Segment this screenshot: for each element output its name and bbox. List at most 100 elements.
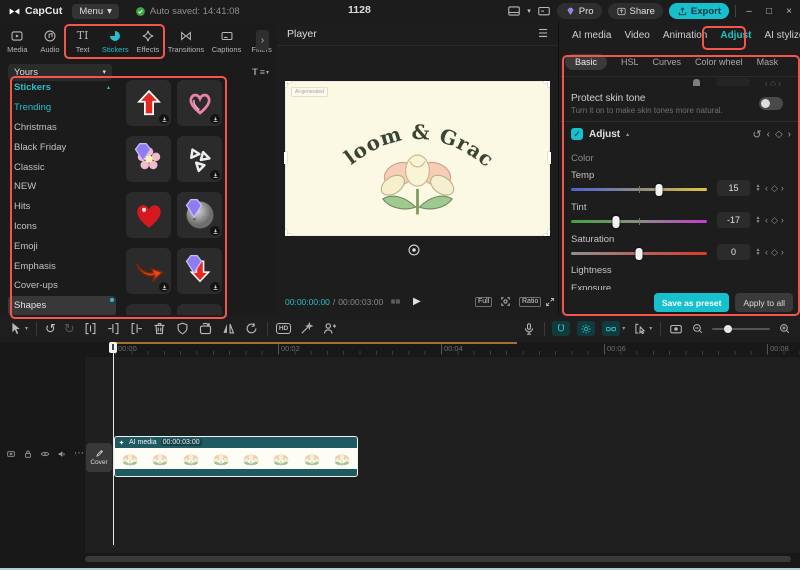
- minimize-button[interactable]: –: [742, 6, 756, 17]
- player-menu-icon[interactable]: ☰: [538, 27, 548, 40]
- prev-keyframe-icon[interactable]: ‹: [767, 129, 770, 140]
- auto-preview-toggle[interactable]: [577, 321, 596, 336]
- sticker-filter-icon[interactable]: T ≡ ▾: [252, 67, 269, 77]
- chevron-down-icon[interactable]: ▾: [649, 325, 652, 332]
- download-icon[interactable]: [210, 282, 220, 292]
- category-christmas[interactable]: Christmas: [8, 118, 116, 138]
- tint-value[interactable]: -17: [717, 212, 750, 228]
- chevron-down-icon[interactable]: ▾: [622, 325, 625, 332]
- sticker-pink-flower[interactable]: [126, 136, 171, 182]
- category-icons[interactable]: Icons: [8, 217, 116, 237]
- download-icon[interactable]: [210, 114, 220, 124]
- timeline-clip-ai-media[interactable]: AI media 00:00:03:00: [114, 436, 358, 477]
- sticker-petal-shapes[interactable]: [177, 136, 222, 182]
- subtab-color-wheel[interactable]: Color wheel: [695, 57, 743, 67]
- ratio-button[interactable]: Ratio: [519, 296, 542, 307]
- keyframe-icon[interactable]: ◇: [775, 129, 783, 140]
- sticker-doodle-heart[interactable]: [177, 80, 222, 126]
- voiceover-mic-icon[interactable]: [522, 322, 536, 336]
- rotate-icon[interactable]: [244, 321, 259, 336]
- focus-icon[interactable]: [499, 295, 512, 308]
- close-button[interactable]: ×: [782, 6, 796, 17]
- preview-canvas[interactable]: Bloom & Grace AI-generated: [277, 63, 551, 236]
- export-button[interactable]: Export: [668, 3, 729, 19]
- temp-value[interactable]: 15: [717, 180, 750, 196]
- select-tool-icon[interactable]: [8, 321, 23, 336]
- category-black-friday[interactable]: Black Friday: [8, 137, 116, 157]
- sticker-red-arrow-up[interactable]: [126, 80, 171, 126]
- zoom-slider-knob[interactable]: [724, 324, 733, 333]
- tab-captions[interactable]: Captions: [209, 29, 245, 54]
- subtab-mask[interactable]: Mask: [757, 57, 779, 67]
- next-keyframe-icon[interactable]: ›: [781, 183, 784, 193]
- keyframe-icon[interactable]: ◇: [771, 215, 778, 226]
- tab-audio[interactable]: Audio: [35, 29, 66, 54]
- play-button[interactable]: ▶: [413, 296, 421, 307]
- chevron-down-icon[interactable]: ▾: [25, 325, 28, 332]
- temp-stepper[interactable]: ▴ ▾: [753, 180, 763, 196]
- prev-keyframe-icon[interactable]: ‹: [765, 215, 768, 225]
- tab-effects[interactable]: Effects: [133, 29, 164, 54]
- tab-transitions[interactable]: Transitions: [165, 29, 207, 54]
- track-thumbnail-icon[interactable]: [6, 449, 16, 459]
- next-keyframe-icon[interactable]: ›: [781, 215, 784, 225]
- tab-stickers[interactable]: Stickers: [100, 29, 131, 54]
- add-person-icon[interactable]: [322, 321, 337, 336]
- sticker-red-arrow-down[interactable]: [177, 248, 222, 294]
- category-emoji[interactable]: Emoji: [8, 236, 116, 256]
- magnetic-snap-toggle[interactable]: [552, 321, 571, 336]
- chevron-up-icon[interactable]: ▴: [626, 131, 629, 138]
- tint-slider[interactable]: [571, 215, 707, 228]
- tab-media[interactable]: Media: [2, 29, 33, 54]
- download-icon[interactable]: [159, 114, 169, 124]
- zoom-out-icon[interactable]: [691, 322, 704, 335]
- sticker-glossy-heart[interactable]: [126, 192, 171, 238]
- category-classic[interactable]: Classic: [8, 157, 116, 177]
- rotate-handle-icon[interactable]: [407, 243, 421, 257]
- subtab-basic[interactable]: Basic: [565, 54, 608, 70]
- share-button[interactable]: Share: [607, 3, 663, 19]
- sticker-curved-arrow[interactable]: [126, 248, 171, 294]
- horizontal-scrollbar[interactable]: [85, 556, 791, 562]
- delete-icon[interactable]: [152, 321, 167, 336]
- more-icon[interactable]: ⋯: [74, 449, 84, 459]
- zoom-in-icon[interactable]: [778, 322, 791, 335]
- expand-icon[interactable]: [544, 296, 556, 308]
- download-icon[interactable]: [159, 282, 169, 292]
- eye-icon[interactable]: [40, 449, 50, 459]
- subtab-curves[interactable]: Curves: [653, 57, 682, 67]
- download-icon[interactable]: [210, 170, 220, 180]
- snap-settings-icon[interactable]: [633, 322, 647, 336]
- split-icon[interactable]: [83, 321, 98, 336]
- resize-handle[interactable]: [284, 152, 287, 164]
- sticker-noise-circle[interactable]: [177, 192, 222, 238]
- mute-speaker-icon[interactable]: [57, 449, 67, 459]
- save-as-preset-button[interactable]: Save as preset: [653, 293, 730, 312]
- layout-toggle-icon[interactable]: [507, 4, 521, 18]
- frame-view-icon[interactable]: [389, 295, 402, 308]
- category-shapes[interactable]: Shapes: [8, 295, 116, 316]
- link-clips-toggle[interactable]: [602, 321, 621, 336]
- tab-animation[interactable]: Animation: [663, 30, 707, 41]
- saturation-stepper[interactable]: ▴ ▾: [753, 244, 763, 260]
- category-emphasis[interactable]: Emphasis: [8, 256, 116, 276]
- temp-slider[interactable]: [571, 183, 707, 196]
- adjust-checkbox[interactable]: ✓: [571, 128, 583, 140]
- panel-layout-icon[interactable]: [537, 4, 551, 18]
- tab-ai-media[interactable]: AI media: [572, 30, 611, 41]
- category-stickers[interactable]: Stickers ▴: [8, 78, 116, 98]
- next-keyframe-icon[interactable]: ›: [781, 247, 784, 257]
- timeline-zoom-slider[interactable]: [712, 324, 771, 333]
- resize-handle[interactable]: [548, 152, 551, 164]
- screen-record-icon[interactable]: [669, 322, 683, 336]
- mirror-icon[interactable]: [221, 321, 236, 336]
- prev-keyframe-icon[interactable]: ‹: [765, 247, 768, 257]
- menu-button[interactable]: Menu ▾: [72, 3, 119, 19]
- tint-stepper[interactable]: ▴ ▾: [753, 212, 763, 228]
- expand-tabs-button[interactable]: ›: [256, 30, 269, 50]
- mute-shield-icon[interactable]: [175, 321, 190, 336]
- playhead-line[interactable]: [113, 342, 114, 545]
- saturation-slider[interactable]: [571, 247, 707, 260]
- trim-left-icon[interactable]: [106, 321, 121, 336]
- category-trending[interactable]: Trending: [8, 98, 116, 118]
